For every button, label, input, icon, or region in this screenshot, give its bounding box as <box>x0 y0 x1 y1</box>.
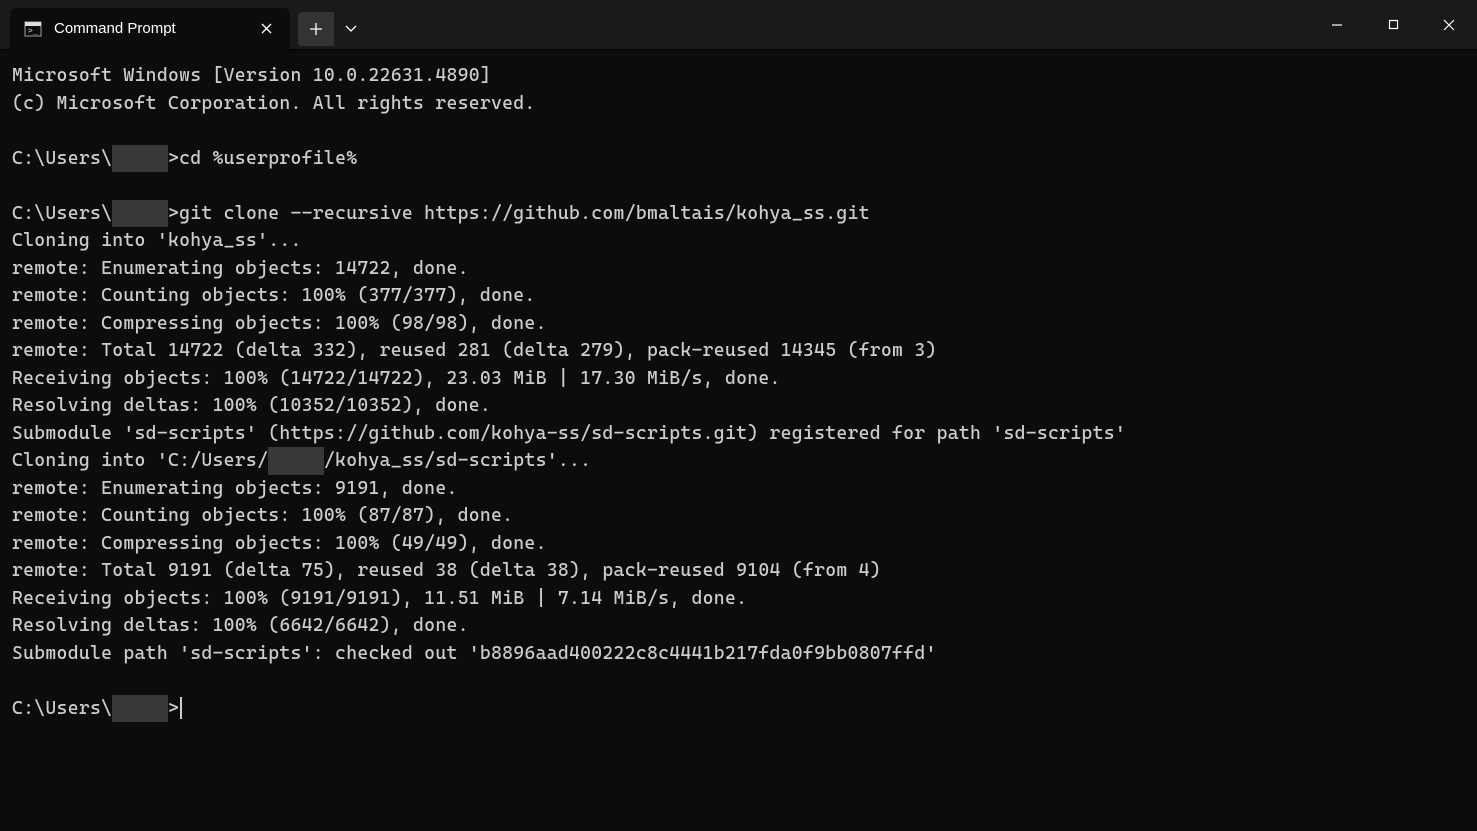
redacted-username <box>112 200 168 228</box>
terminal-line: remote: Enumerating objects: 9191, done. <box>12 475 1465 503</box>
tab-actions <box>298 12 366 46</box>
terminal-line: Receiving objects: 100% (9191/9191), 11.… <box>12 585 1465 613</box>
terminal-line: Cloning into 'kohya_ss'... <box>12 227 1465 255</box>
terminal-line: C:\Users\ >cd %userprofile% <box>12 145 1465 173</box>
terminal-line: Receiving objects: 100% (14722/14722), 2… <box>12 365 1465 393</box>
terminal-icon: >_ <box>24 20 42 38</box>
terminal-line: Microsoft Windows [Version 10.0.22631.48… <box>12 62 1465 90</box>
terminal-line: remote: Total 14722 (delta 332), reused … <box>12 337 1465 365</box>
terminal-line: Resolving deltas: 100% (6642/6642), done… <box>12 612 1465 640</box>
terminal-output[interactable]: Microsoft Windows [Version 10.0.22631.48… <box>0 50 1477 734</box>
svg-text:>_: >_ <box>28 26 38 35</box>
terminal-line <box>12 172 1465 200</box>
terminal-line: (c) Microsoft Corporation. All rights re… <box>12 90 1465 118</box>
close-button[interactable] <box>1421 5 1477 45</box>
terminal-line: C:\Users\ > <box>12 695 1465 723</box>
terminal-line: Submodule path 'sd-scripts': checked out… <box>12 640 1465 668</box>
terminal-line: Cloning into 'C:/Users/ /kohya_ss/sd-scr… <box>12 447 1465 475</box>
terminal-line: remote: Counting objects: 100% (87/87), … <box>12 502 1465 530</box>
minimize-button[interactable] <box>1309 5 1365 45</box>
window-controls <box>1309 0 1477 49</box>
tab-title: Command Prompt <box>54 20 254 37</box>
new-tab-button[interactable] <box>298 12 334 46</box>
text-cursor <box>180 697 182 719</box>
terminal-line: remote: Counting objects: 100% (377/377)… <box>12 282 1465 310</box>
terminal-line: remote: Enumerating objects: 14722, done… <box>12 255 1465 283</box>
terminal-line <box>12 117 1465 145</box>
maximize-button[interactable] <box>1365 5 1421 45</box>
terminal-line: Resolving deltas: 100% (10352/10352), do… <box>12 392 1465 420</box>
terminal-line: C:\Users\ >git clone --recursive https:/… <box>12 200 1465 228</box>
tab-close-button[interactable] <box>254 17 278 41</box>
titlebar-left: >_ Command Prompt <box>0 0 366 49</box>
terminal-line: remote: Compressing objects: 100% (49/49… <box>12 530 1465 558</box>
active-tab[interactable]: >_ Command Prompt <box>10 8 290 50</box>
terminal-line: Submodule 'sd-scripts' (https://github.c… <box>12 420 1465 448</box>
terminal-line: remote: Compressing objects: 100% (98/98… <box>12 310 1465 338</box>
terminal-line <box>12 667 1465 695</box>
redacted-username <box>112 695 168 723</box>
redacted-username <box>112 145 168 173</box>
terminal-line: remote: Total 9191 (delta 75), reused 38… <box>12 557 1465 585</box>
redacted-username <box>268 447 324 475</box>
tab-dropdown-button[interactable] <box>336 12 366 46</box>
titlebar: >_ Command Prompt <box>0 0 1477 50</box>
